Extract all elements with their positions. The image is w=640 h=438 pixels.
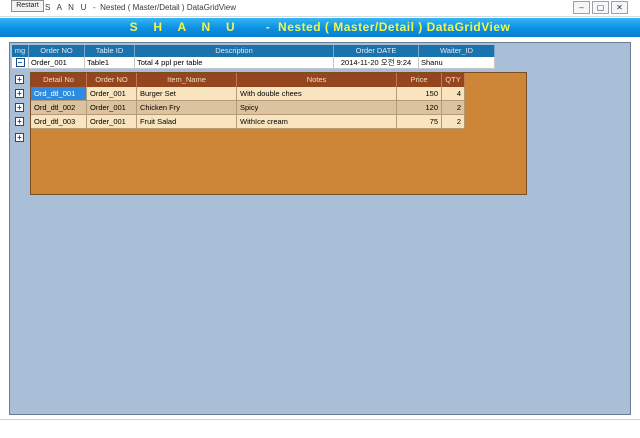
master-cell-order-date[interactable]: 2014-11-20 오전 9:24 xyxy=(334,57,419,69)
detail-cell-detail-no[interactable]: Ord_dtl_003 xyxy=(31,115,87,129)
close-button[interactable]: ✕ xyxy=(611,1,628,14)
detail-cell-price[interactable]: 150 xyxy=(397,87,442,101)
app-banner: S H A N U - Nested ( Master/Detail ) Dat… xyxy=(0,18,640,37)
detail-grid: Detail No Order NO Item_Name Notes Price… xyxy=(30,72,527,195)
window-title: S A N U - Nested ( Master/Detail ) DataG… xyxy=(45,3,237,12)
detail-cell-item-name[interactable]: Burger Set xyxy=(137,87,237,101)
master-row-cell-expander[interactable]: − xyxy=(12,57,29,69)
master-header: mg Order NO Table ID Description Order D… xyxy=(12,45,495,57)
detail-row[interactable]: Ord_dtl_003 Order_001 Fruit Salad WithIc… xyxy=(31,115,465,129)
detail-cell-notes[interactable]: Spicy xyxy=(237,101,397,115)
detail-cell-order-no[interactable]: Order_001 xyxy=(87,115,137,129)
detail-cell-qty[interactable]: 2 xyxy=(442,101,465,115)
restart-button[interactable]: Restart xyxy=(11,0,44,12)
master-col-order-no[interactable]: Order NO xyxy=(29,45,85,57)
detail-col-order-no[interactable]: Order NO xyxy=(87,73,137,87)
master-cell-description[interactable]: Total 4 ppl per table xyxy=(135,57,334,69)
detail-cell-notes[interactable]: With double chees xyxy=(237,87,397,101)
expand-icon[interactable]: + xyxy=(15,75,24,84)
master-col-order-date[interactable]: Order DATE xyxy=(334,45,419,57)
detail-col-detail-no[interactable]: Detail No xyxy=(31,73,87,87)
detail-col-notes[interactable]: Notes xyxy=(237,73,397,87)
maximize-button[interactable]: ▢ xyxy=(592,1,609,14)
detail-col-price[interactable]: Price xyxy=(397,73,442,87)
minimize-button[interactable]: – xyxy=(573,1,590,14)
bottom-strip xyxy=(0,419,640,438)
master-cell-order-no[interactable]: Order_001 xyxy=(29,57,85,69)
collapse-icon[interactable]: − xyxy=(15,58,25,67)
detail-cell-price[interactable]: 75 xyxy=(397,115,442,129)
detail-cell-detail-no[interactable]: Ord_dtl_001 xyxy=(31,87,87,101)
detail-col-item-name[interactable]: Item_Name xyxy=(137,73,237,87)
window-titlebar: Restart S A N U - Nested ( Master/Detail… xyxy=(0,0,640,17)
master-col-description[interactable]: Description xyxy=(135,45,334,57)
detail-cell-detail-no[interactable]: Ord_dtl_002 xyxy=(31,101,87,115)
detail-cell-item-name[interactable]: Chicken Fry xyxy=(137,101,237,115)
detail-row[interactable]: Ord_dtl_001 Order_001 Burger Set With do… xyxy=(31,87,465,101)
detail-cell-item-name[interactable]: Fruit Salad xyxy=(137,115,237,129)
detail-cell-qty[interactable]: 2 xyxy=(442,115,465,129)
master-col-table-id[interactable]: Table ID xyxy=(85,45,135,57)
detail-cell-qty[interactable]: 4 xyxy=(442,87,465,101)
detail-cell-notes[interactable]: WithIce cream xyxy=(237,115,397,129)
expand-icon[interactable]: + xyxy=(15,117,24,126)
detail-col-qty[interactable]: QTY xyxy=(442,73,465,87)
master-col-img[interactable]: mg xyxy=(12,45,29,57)
expand-icon[interactable]: + xyxy=(15,89,24,98)
master-cell-waiter-id[interactable]: Shanu xyxy=(419,57,495,69)
detail-header: Detail No Order NO Item_Name Notes Price… xyxy=(31,73,465,87)
master-row[interactable]: − Order_001 Table1 Total 4 ppl per table… xyxy=(12,57,495,69)
detail-cell-order-no[interactable]: Order_001 xyxy=(87,101,137,115)
master-col-waiter-id[interactable]: Waiter_ID xyxy=(419,45,495,57)
detail-row[interactable]: Ord_dtl_002 Order_001 Chicken Fry Spicy … xyxy=(31,101,465,115)
detail-cell-order-no[interactable]: Order_001 xyxy=(87,87,137,101)
detail-cell-price[interactable]: 120 xyxy=(397,101,442,115)
expand-icon[interactable]: + xyxy=(15,133,24,142)
window-controls: – ▢ ✕ xyxy=(573,1,628,14)
master-cell-table-id[interactable]: Table1 xyxy=(85,57,135,69)
expand-icon[interactable]: + xyxy=(15,103,24,112)
